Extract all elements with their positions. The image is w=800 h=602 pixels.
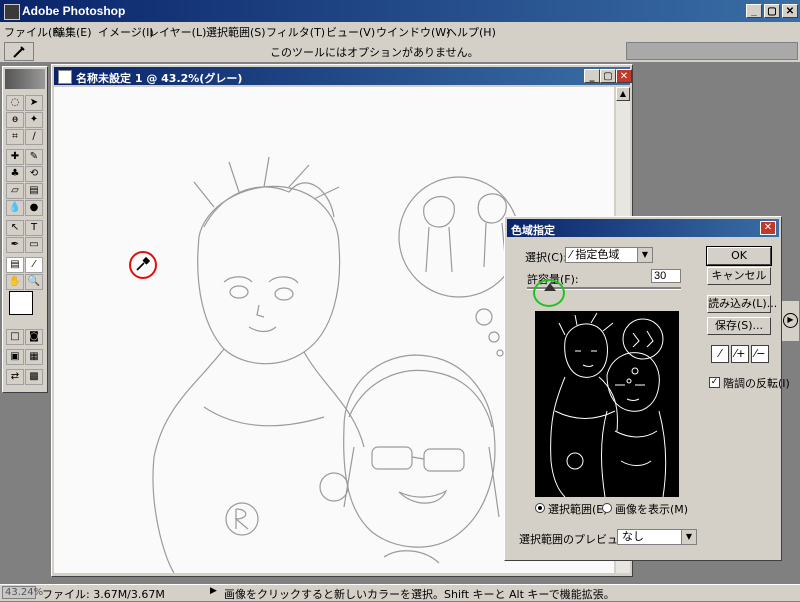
selection-preview-image [535, 311, 679, 497]
jump-to-imageready-icon[interactable]: ⇄ [6, 369, 24, 385]
healing-brush-tool-icon[interactable]: ✚ [6, 149, 24, 165]
eyedropper-plus-button-icon[interactable]: ⁄+ [731, 345, 749, 363]
eraser-tool-icon[interactable]: ▱ [6, 183, 24, 199]
menu-bar: ファイル(F) 編集(E) イメージ(I) レイヤー(L) 選択範囲(S) フィ… [0, 22, 800, 41]
eyedropper-tool-icon[interactable]: ⁄ [25, 257, 43, 273]
radio-image[interactable] [602, 503, 612, 513]
marquee-tool-icon[interactable]: ◌ [6, 95, 24, 111]
shape-tool-icon[interactable]: ▭ [25, 237, 43, 253]
document-title: 名称未設定 1 @ 43.2%(グレー) [76, 72, 243, 85]
menu-edit[interactable]: 編集(E) [54, 24, 92, 40]
save-button[interactable]: 保存(S)... [707, 317, 771, 335]
radio-selection[interactable] [535, 503, 545, 513]
close-button[interactable]: ✕ [782, 4, 798, 18]
document-icon [58, 70, 72, 84]
full-screen-mode-icon[interactable]: ▦ [25, 349, 43, 365]
status-bar: 43.24% ファイル: 3.67M/3.67M ▶ 画像をクリックすると新しい… [0, 584, 800, 601]
dodge-tool-icon[interactable]: ● [25, 200, 43, 216]
options-message: このツールにはオプションがありません。 [270, 46, 479, 59]
eyedropper-button-icon[interactable]: ⁄ [711, 345, 729, 363]
magic-wand-tool-icon[interactable]: ✦ [25, 112, 43, 128]
app-title: Adobe Photoshop [22, 4, 126, 18]
zoom-tool-icon[interactable]: 🔍 [25, 274, 43, 290]
dropdown-arrow-icon: ▼ [637, 248, 652, 262]
menu-window[interactable]: ウインドウ(W) [376, 24, 450, 40]
preview-dropdown-arrow-icon: ▼ [681, 530, 696, 544]
load-button[interactable]: 読み込み(L)... [707, 295, 777, 313]
brush-tool-icon[interactable]: ✎ [25, 149, 43, 165]
preview-dropdown[interactable]: なし ▼ [617, 529, 697, 545]
lasso-tool-icon[interactable]: ɵ [6, 112, 24, 128]
eyedropper-tool-preset-icon[interactable] [4, 42, 34, 61]
cancel-button[interactable]: キャンセル [707, 267, 771, 285]
blur-tool-icon[interactable]: 💧 [6, 200, 24, 216]
dialog-title: 色域指定 [511, 224, 555, 237]
radio-selection-label: 選択範囲(E) [548, 503, 608, 516]
foreground-color-swatch[interactable] [9, 291, 33, 315]
move-tool-icon[interactable]: ➤ [25, 95, 43, 111]
hand-tool-icon[interactable]: ✋ [6, 274, 24, 290]
select-label: 選択(C): [525, 251, 567, 264]
eyedropper-cursor-icon [134, 255, 152, 276]
maximize-button[interactable]: ▢ [764, 4, 780, 18]
photoshop-app-icon [4, 4, 20, 20]
gradient-tool-icon[interactable]: ▤ [25, 183, 43, 199]
menu-image[interactable]: イメージ(I) [98, 24, 154, 40]
eyedropper-minus-button-icon[interactable]: ⁄− [751, 345, 769, 363]
menu-view[interactable]: ビュー(V) [326, 24, 375, 40]
standard-mode-icon[interactable]: □ [6, 329, 24, 345]
palette-menu-arrow-icon[interactable]: ▶ [783, 313, 798, 328]
invert-checkbox[interactable]: ✓ [709, 377, 720, 388]
menu-select[interactable]: 選択範囲(S) [206, 24, 266, 40]
app-titlebar: Adobe Photoshop _ ▢ ✕ [0, 0, 800, 22]
menu-layer[interactable]: レイヤー(L) [148, 24, 206, 40]
dialog-close-button[interactable]: ✕ [760, 221, 776, 235]
quick-mask-mode-icon[interactable]: ◙ [25, 329, 43, 345]
history-brush-tool-icon[interactable]: ⟲ [25, 166, 43, 182]
standard-screen-mode-icon[interactable]: ▣ [6, 349, 24, 365]
palette-well[interactable] [626, 42, 798, 60]
tools-palette: ◌ ➤ ɵ ✦ ⌗ ∕ ✚ ✎ ♣ ⟲ ▱ ▤ 💧 ● ↖ T ✒ ▭ ▤ ⁄ … [2, 66, 48, 393]
type-tool-icon[interactable]: T [25, 220, 43, 236]
collapsed-palette-strip[interactable]: ▶ [780, 300, 800, 342]
notes-tool-icon[interactable]: ▤ [6, 257, 24, 273]
select-value: 指定色域 [575, 248, 620, 261]
options-bar: このツールにはオプションがありません。 [0, 40, 800, 63]
status-menu-arrow-icon[interactable]: ▶ [210, 586, 217, 596]
pen-tool-icon[interactable]: ✒ [6, 237, 24, 253]
radio-image-label: 画像を表示(M) [615, 503, 689, 516]
minimize-button[interactable]: _ [746, 4, 762, 18]
crop-tool-icon[interactable]: ⌗ [6, 129, 24, 145]
document-titlebar: 名称未設定 1 @ 43.2%(グレー) _ ▢ ✕ [54, 67, 632, 85]
menu-filter[interactable]: フィルタ(T) [266, 24, 325, 40]
select-dropdown[interactable]: ⁄ 指定色域 ▼ [565, 247, 653, 263]
clone-stamp-tool-icon[interactable]: ♣ [6, 166, 24, 182]
menu-help[interactable]: ヘルプ(H) [446, 24, 496, 40]
slice-tool-icon[interactable]: ∕ [25, 129, 43, 145]
doc-close-button[interactable]: ✕ [616, 69, 632, 83]
path-select-tool-icon[interactable]: ↖ [6, 220, 24, 236]
tools-header-logo [5, 69, 45, 89]
doc-minimize-button[interactable]: _ [584, 69, 600, 83]
tolerance-input[interactable] [651, 269, 681, 283]
ok-button[interactable]: OK [706, 246, 772, 266]
doc-maximize-button[interactable]: ▢ [600, 69, 616, 83]
tolerance-highlight-circle [533, 279, 565, 307]
dialog-titlebar: 色域指定 ✕ [507, 219, 779, 237]
imageready-icon[interactable]: ▩ [25, 369, 43, 385]
zoom-level[interactable]: 43.24% [2, 586, 43, 599]
scroll-up-arrow-icon[interactable]: ▲ [616, 87, 630, 101]
preview-value: なし [622, 530, 644, 543]
select-eyedropper-icon: ⁄ [570, 248, 572, 261]
color-range-dialog: 色域指定 ✕ 選択(C): ⁄ 指定色域 ▼ 許容量(F): 30 選択範囲(E… [504, 216, 790, 561]
invert-label: 階調の反転(I) [723, 377, 790, 390]
